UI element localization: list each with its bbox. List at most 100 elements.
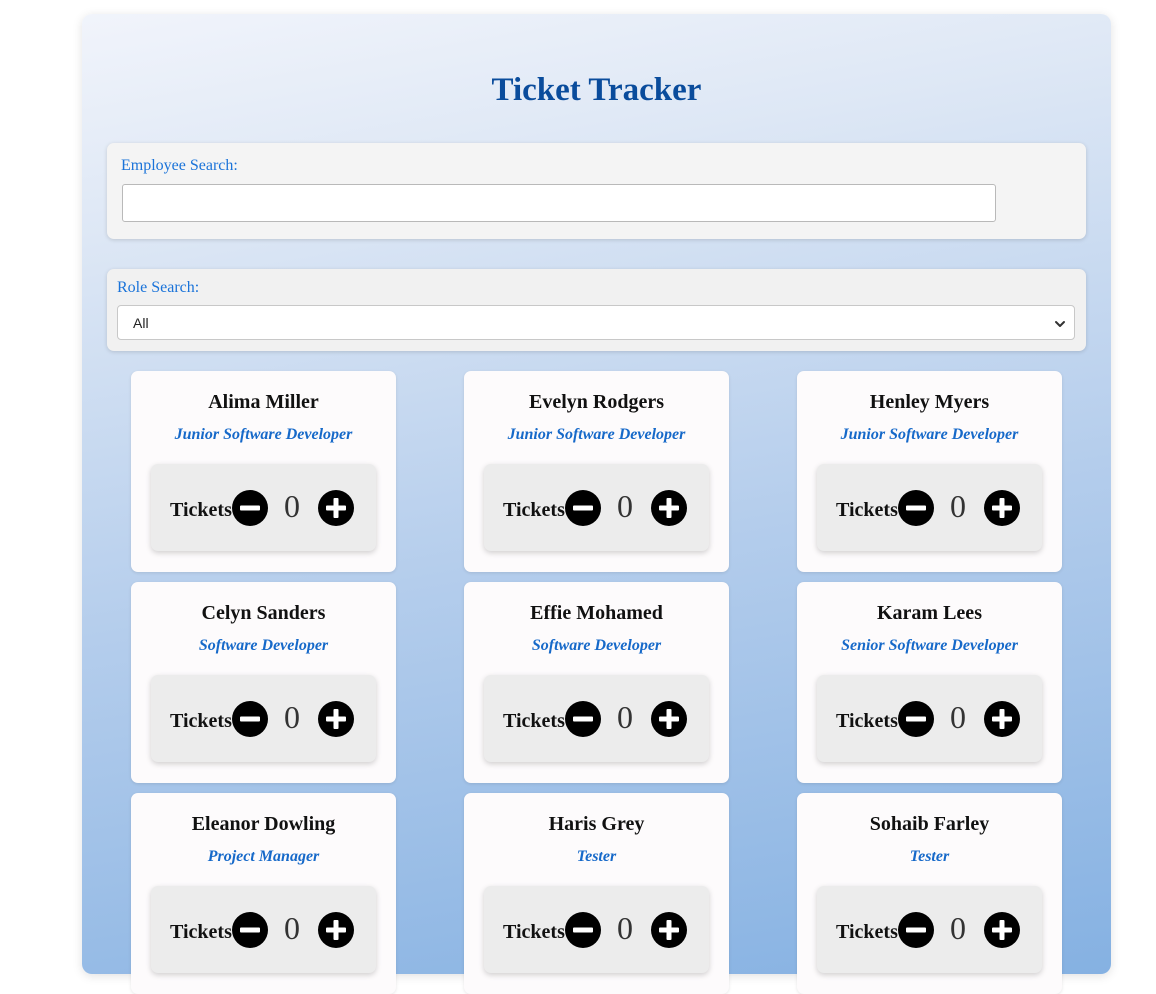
plus-circle-icon <box>318 490 354 526</box>
ticket-count: 0 <box>284 910 300 946</box>
ticket-counter-label: Tickets <box>170 921 232 943</box>
plus-circle-icon <box>651 912 687 948</box>
plus-circle-icon <box>984 701 1020 737</box>
ticket-count: 0 <box>284 699 300 735</box>
decrement-ticket-button[interactable] <box>232 490 268 526</box>
minus-circle-icon <box>565 701 601 737</box>
decrement-ticket-button[interactable] <box>565 701 601 737</box>
plus-circle-icon <box>984 912 1020 948</box>
employee-name: Haris Grey <box>548 813 645 835</box>
minus-circle-icon <box>898 490 934 526</box>
plus-circle-icon <box>318 701 354 737</box>
role-search-section: Role Search: All <box>107 269 1086 351</box>
employee-role: Tester <box>576 848 617 865</box>
ticket-count: 0 <box>284 488 300 524</box>
employee-name: Sohaib Farley <box>869 813 990 835</box>
chevron-down-icon <box>1054 317 1066 329</box>
ticket-count: 0 <box>950 488 966 524</box>
plus-circle-icon <box>318 912 354 948</box>
employee-role: Software Developer <box>198 637 329 654</box>
ticket-counter-label: Tickets <box>503 499 565 521</box>
employee-role: Junior Software Developer <box>507 426 686 443</box>
employee-card: Celyn Sanders Software Developer Tickets… <box>131 582 396 783</box>
ticket-counter: Tickets 0 <box>817 464 1042 551</box>
ticket-counter-label: Tickets <box>836 921 898 943</box>
decrement-ticket-button[interactable] <box>565 912 601 948</box>
ticket-counter: Tickets 0 <box>151 886 376 973</box>
employee-card: Haris Grey Tester Tickets 0 <box>464 793 729 994</box>
employee-card: Effie Mohamed Software Developer Tickets… <box>464 582 729 783</box>
employee-card: Henley Myers Junior Software Developer T… <box>797 371 1062 572</box>
employee-role: Senior Software Developer <box>841 637 1018 654</box>
ticket-counter: Tickets 0 <box>484 464 709 551</box>
plus-circle-icon <box>651 490 687 526</box>
ticket-counter-label: Tickets <box>836 710 898 732</box>
minus-circle-icon <box>232 912 268 948</box>
ticket-count: 0 <box>950 699 966 735</box>
ticket-counter: Tickets 0 <box>817 886 1042 973</box>
ticket-counter: Tickets 0 <box>484 675 709 762</box>
employee-search-label: Employee Search: <box>121 157 238 174</box>
employee-role: Junior Software Developer <box>174 426 353 443</box>
ticket-counter: Tickets 0 <box>484 886 709 973</box>
decrement-ticket-button[interactable] <box>898 701 934 737</box>
ticket-counter: Tickets 0 <box>817 675 1042 762</box>
employee-card: Karam Lees Senior Software Developer Tic… <box>797 582 1062 783</box>
employee-search-section: Employee Search: <box>107 143 1086 239</box>
employee-role: Tester <box>909 848 950 865</box>
ticket-count: 0 <box>617 910 633 946</box>
decrement-ticket-button[interactable] <box>232 701 268 737</box>
minus-circle-icon <box>898 701 934 737</box>
employee-name: Effie Mohamed <box>530 602 663 624</box>
employee-name: Alima Miller <box>208 391 319 413</box>
minus-circle-icon <box>565 490 601 526</box>
decrement-ticket-button[interactable] <box>898 490 934 526</box>
increment-ticket-button[interactable] <box>651 490 687 526</box>
ticket-counter-label: Tickets <box>503 921 565 943</box>
employee-search-input[interactable] <box>122 184 996 222</box>
role-search-select[interactable]: All <box>117 305 1075 340</box>
employee-name: Henley Myers <box>869 391 990 413</box>
employee-role: Junior Software Developer <box>840 426 1019 443</box>
increment-ticket-button[interactable] <box>651 701 687 737</box>
ticket-counter-label: Tickets <box>836 499 898 521</box>
minus-circle-icon <box>565 912 601 948</box>
increment-ticket-button[interactable] <box>651 912 687 948</box>
employee-role: Project Manager <box>207 848 320 865</box>
plus-circle-icon <box>984 490 1020 526</box>
decrement-ticket-button[interactable] <box>898 912 934 948</box>
page-title: Ticket Tracker <box>491 72 702 108</box>
increment-ticket-button[interactable] <box>318 912 354 948</box>
increment-ticket-button[interactable] <box>318 490 354 526</box>
employee-name: Karam Lees <box>877 602 982 624</box>
employee-role: Software Developer <box>531 637 662 654</box>
ticket-counter-label: Tickets <box>503 710 565 732</box>
increment-ticket-button[interactable] <box>984 490 1020 526</box>
minus-circle-icon <box>232 701 268 737</box>
minus-circle-icon <box>898 912 934 948</box>
employee-name: Eleanor Dowling <box>191 813 336 835</box>
increment-ticket-button[interactable] <box>984 912 1020 948</box>
employee-card: Eleanor Dowling Project Manager Tickets … <box>131 793 396 994</box>
ticket-counter: Tickets 0 <box>151 464 376 551</box>
ticket-counter: Tickets 0 <box>151 675 376 762</box>
employee-card: Sohaib Farley Tester Tickets 0 <box>797 793 1062 994</box>
ticket-counter-label: Tickets <box>170 710 232 732</box>
employee-name: Evelyn Rodgers <box>529 391 664 413</box>
decrement-ticket-button[interactable] <box>232 912 268 948</box>
ticket-count: 0 <box>617 699 633 735</box>
employee-card: Evelyn Rodgers Junior Software Developer… <box>464 371 729 572</box>
ticket-counter-label: Tickets <box>170 499 232 521</box>
decrement-ticket-button[interactable] <box>565 490 601 526</box>
ticket-count: 0 <box>950 910 966 946</box>
plus-circle-icon <box>651 701 687 737</box>
role-search-label: Role Search: <box>117 279 200 296</box>
minus-circle-icon <box>232 490 268 526</box>
employee-name: Celyn Sanders <box>201 602 326 624</box>
increment-ticket-button[interactable] <box>984 701 1020 737</box>
ticket-count: 0 <box>617 488 633 524</box>
increment-ticket-button[interactable] <box>318 701 354 737</box>
role-select-value: All <box>133 315 149 331</box>
ticket-tracker-panel: Ticket Tracker Employee Search: Role Sea… <box>82 14 1111 994</box>
employee-card: Alima Miller Junior Software Developer T… <box>131 371 396 572</box>
